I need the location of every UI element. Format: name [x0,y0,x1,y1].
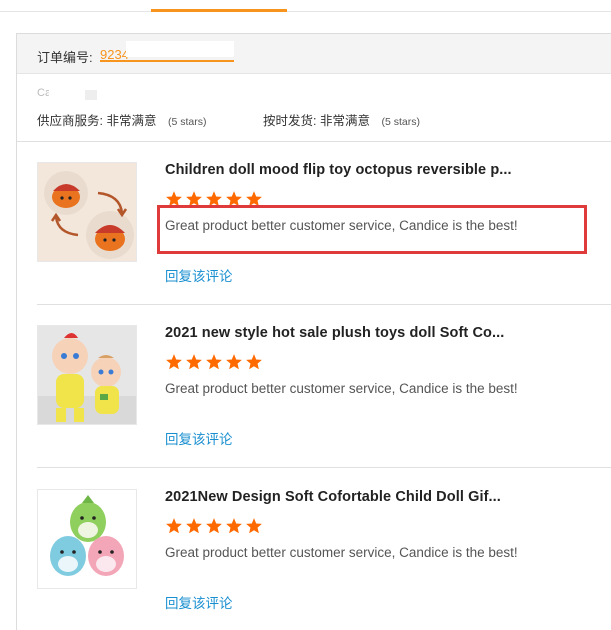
review-item: Children doll mood flip toy octopus reve… [37,162,607,312]
order-number-underline [100,60,234,62]
reply-review-link[interactable]: 回复该评论 [165,428,233,448]
redaction-mask [126,41,234,57]
star-icon [226,354,242,370]
supplier-service-rating: 供应商服务: 非常满意 (5 stars) [37,110,206,129]
divider [37,304,611,305]
product-title-link[interactable]: 2021 new style hot sale plush toys doll … [165,325,504,341]
product-title-link[interactable]: Children doll mood flip toy octopus reve… [165,162,512,178]
order-card: 订单编号: 9234 Ca 供应商服务: 非常满意 (5 stars) 按时发货… [16,33,611,630]
supplier-service-label: 供应商服务: [37,114,103,128]
review-text: Great product better customer service, C… [165,545,518,560]
ontime-delivery-rating: 按时发货: 非常满意 (5 stars) [263,110,420,129]
star-rating [165,353,263,371]
supplier-service-value: 非常满意 [106,114,157,128]
highlight-annotation [157,205,587,254]
star-icon [206,518,222,534]
review-text: Great product better customer service, C… [165,381,518,396]
redaction-mask [85,90,97,100]
active-tab-indicator[interactable] [151,9,287,12]
redaction-mask [49,81,162,97]
reply-review-link[interactable]: 回复该评论 [165,265,233,285]
ontime-delivery-label: 按时发货: [263,114,317,128]
star-icon [246,354,262,370]
review-item: 2021 new style hot sale plush toys doll … [37,325,607,475]
divider [37,467,611,468]
reply-review-link[interactable]: 回复该评论 [165,592,233,612]
review-item: 2021New Design Soft Cofortable Child Dol… [37,489,607,630]
ontime-delivery-stars: (5 stars) [381,116,420,128]
star-icon [166,518,182,534]
product-title-link[interactable]: 2021New Design Soft Cofortable Child Dol… [165,489,501,505]
octopus-toy-image[interactable] [37,162,137,262]
order-number-label: 订单编号: [37,50,93,65]
star-icon [186,518,202,534]
star-icon [186,354,202,370]
ontime-delivery-value: 非常满意 [319,114,370,128]
order-header: 订单编号: 9234 [17,34,611,74]
supplier-service-stars: (5 stars) [167,116,207,128]
star-icon [206,354,222,370]
star-icon [226,518,242,534]
company-name-row: Ca [37,81,167,101]
top-tab-bar [0,0,611,12]
divider [17,141,611,142]
baby-doll-image[interactable] [37,325,137,425]
star-icon [246,518,262,534]
squishy-dino-image[interactable] [37,489,137,589]
star-rating [165,517,263,535]
star-icon [166,354,182,370]
